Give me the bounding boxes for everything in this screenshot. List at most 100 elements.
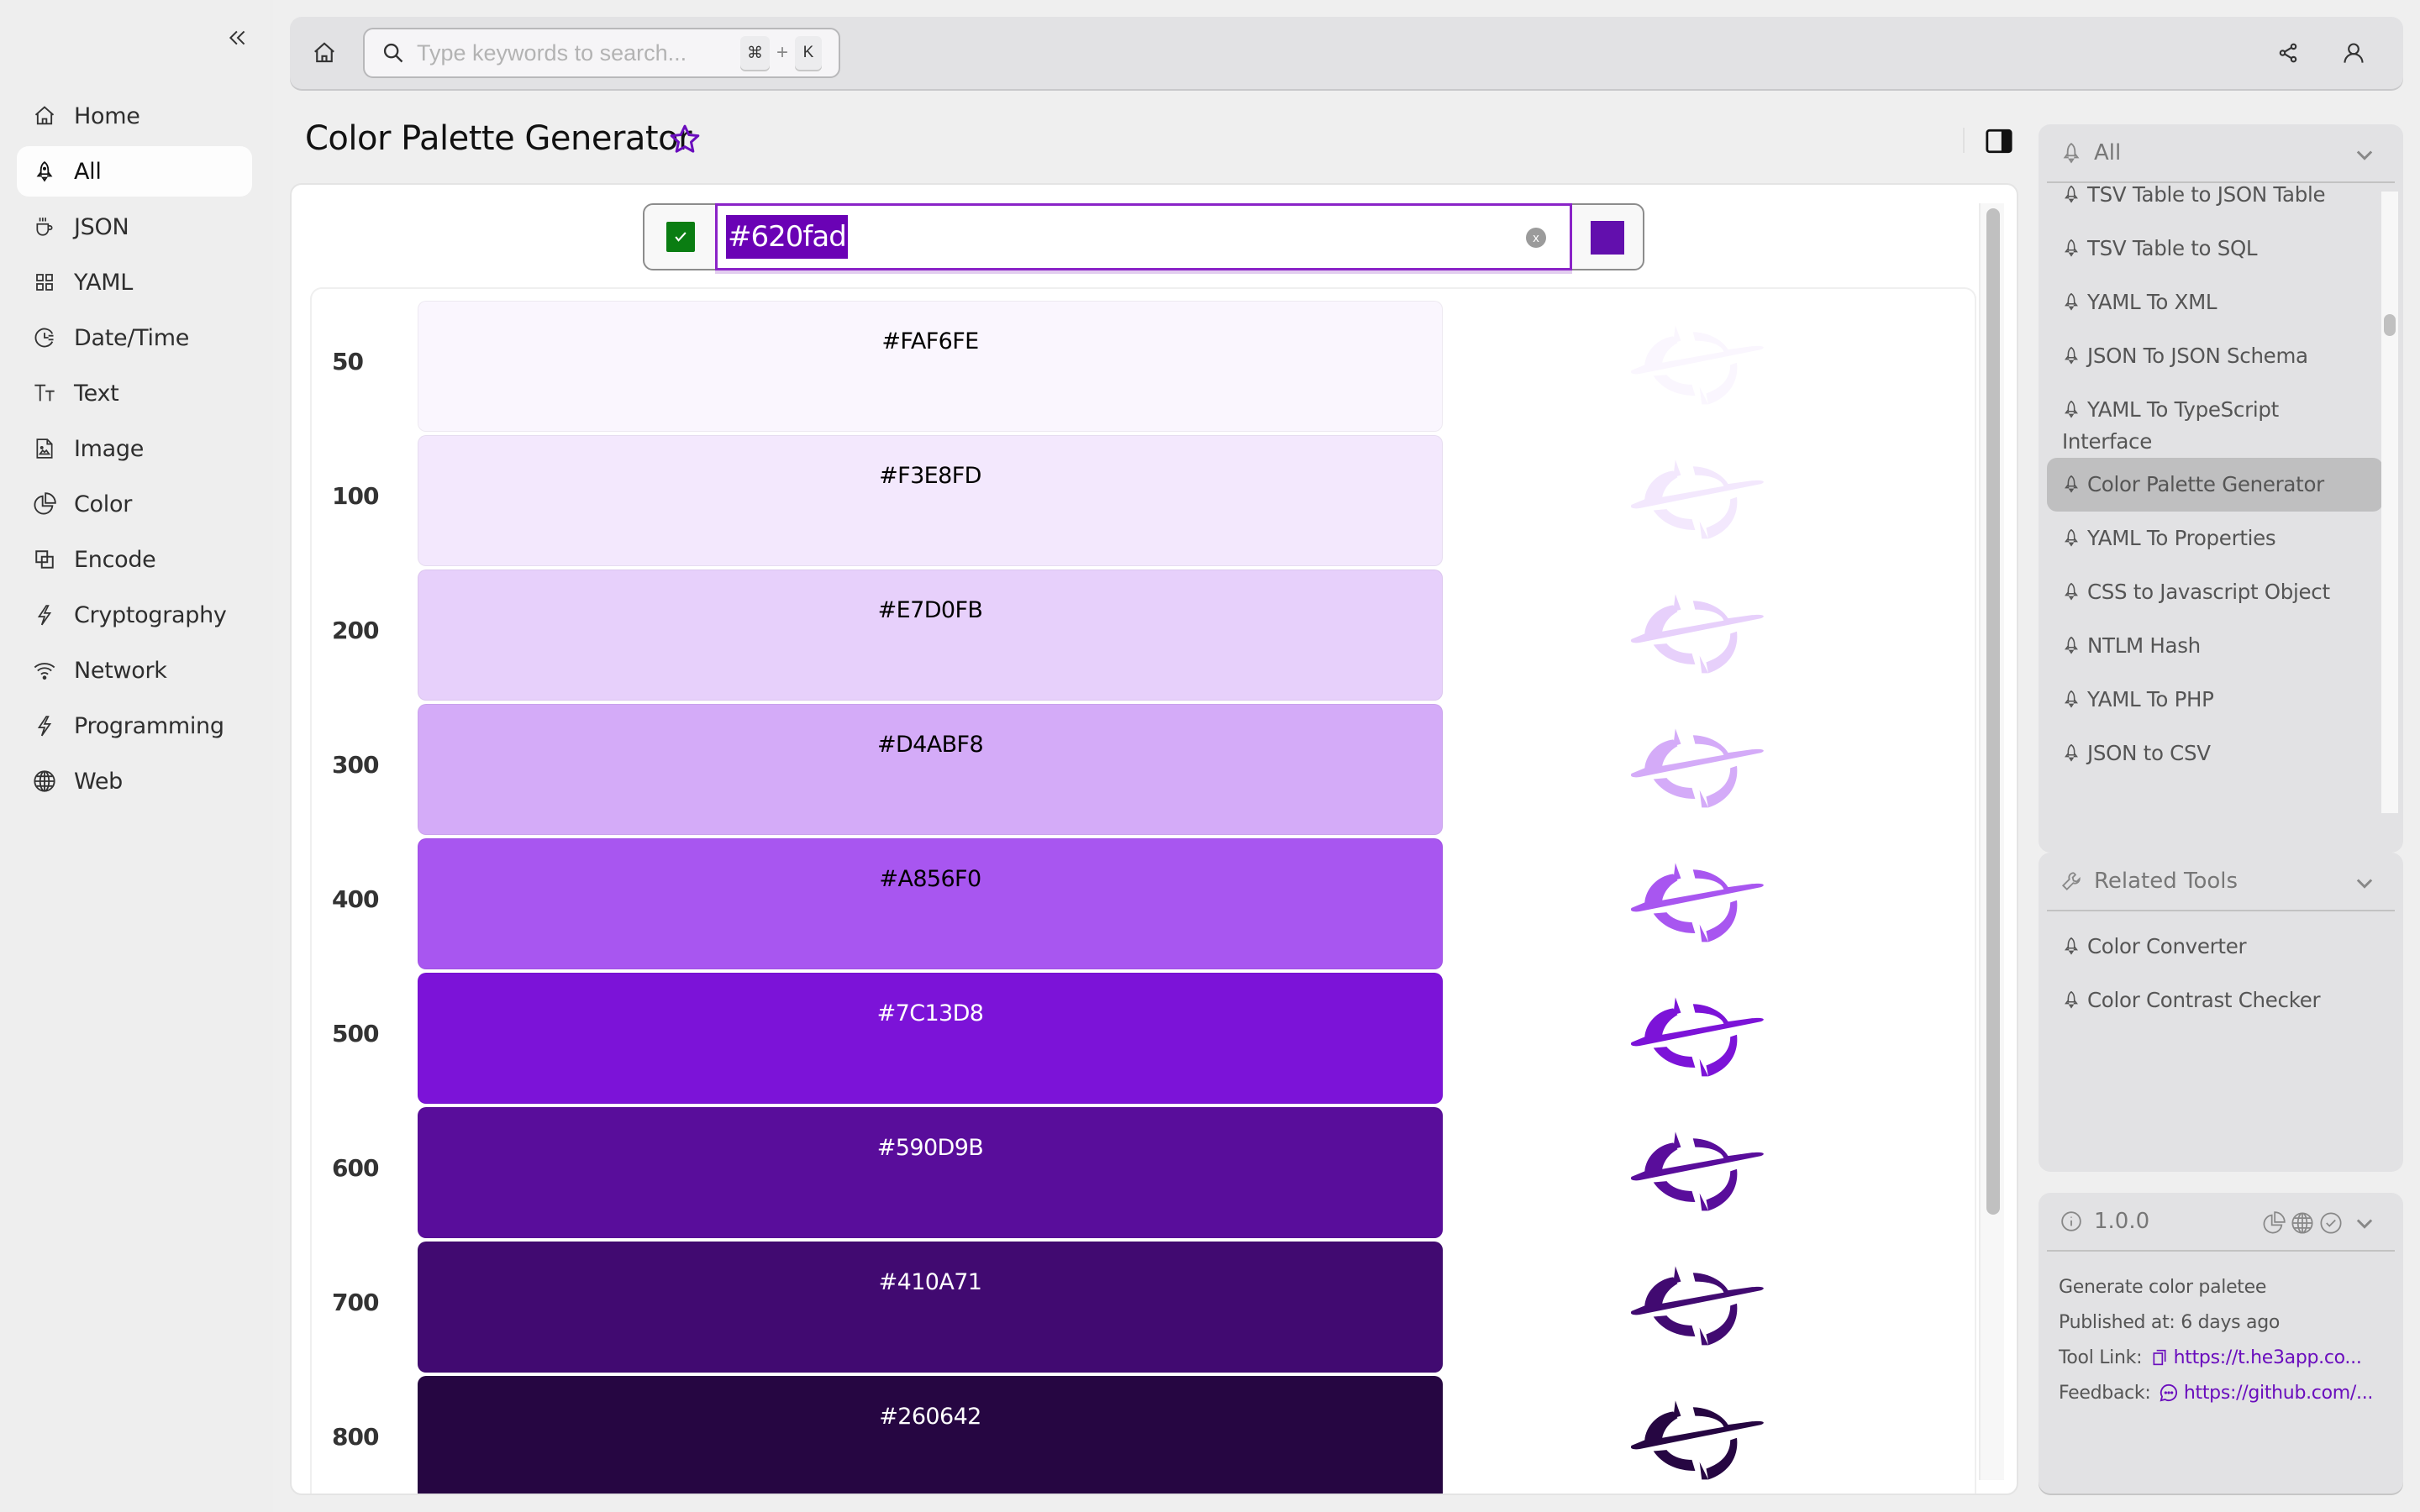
color-swatch[interactable]: #260642: [418, 1376, 1443, 1494]
palette-row: 600 #590D9B: [312, 1107, 1975, 1242]
tool-list-item-label: YAML To Properties: [2087, 526, 2276, 550]
collapse-sidebar-button[interactable]: [224, 24, 252, 52]
color-swatch[interactable]: #F3E8FD: [418, 435, 1443, 566]
color-swatch[interactable]: #FAF6FE: [418, 301, 1443, 432]
tool-list-item[interactable]: YAML To TypeScript Interface: [2047, 383, 2383, 458]
shade-level: 50: [332, 348, 364, 375]
color-swatch[interactable]: #A856F0: [418, 838, 1443, 969]
tool-link[interactable]: https://t.he3app.co...: [2174, 1347, 2362, 1368]
tool-list-item[interactable]: NTLM Hash: [2047, 619, 2383, 673]
color-swatch[interactable]: #E7D0FB: [418, 570, 1443, 701]
tool-info-header[interactable]: 1.0.0: [2047, 1193, 2395, 1252]
shade-level: 600: [332, 1154, 379, 1182]
search-bar[interactable]: ⌘ + K: [363, 28, 840, 78]
star-icon: [670, 124, 700, 153]
color-swatch[interactable]: #590D9B: [418, 1107, 1443, 1238]
sidebar-item-network[interactable]: Network: [17, 645, 252, 696]
color-hex-input[interactable]: #620fad x: [715, 203, 1572, 270]
pie-chart-icon: [32, 491, 57, 517]
chevron-down-icon[interactable]: [2353, 143, 2376, 166]
sidebar-item-home[interactable]: Home: [17, 91, 252, 141]
related-tool-item[interactable]: Color Contrast Checker: [2047, 974, 2383, 1027]
chat-bubble-icon[interactable]: [2160, 1383, 2178, 1402]
swatch-hex: #E7D0FB: [877, 597, 983, 623]
toggle-right-panel-button[interactable]: [1985, 127, 2013, 155]
home-button[interactable]: [308, 37, 340, 69]
sidebar-item-label: Cryptography: [74, 601, 227, 628]
sidebar-item-text[interactable]: Text: [17, 368, 252, 418]
copy-icon[interactable]: [2151, 1348, 2168, 1367]
color-picker-swatch[interactable]: [1591, 221, 1624, 255]
shade-level: 200: [332, 617, 379, 644]
tool-list-item-label: JSON To JSON Schema: [2087, 344, 2308, 368]
rocket-icon: [2065, 743, 2078, 762]
related-tool-item-label: Color Contrast Checker: [2087, 988, 2321, 1012]
color-swatch[interactable]: #D4ABF8: [418, 704, 1443, 835]
main-scrollbar[interactable]: [1979, 203, 2004, 1480]
chevron-down-icon[interactable]: [2353, 871, 2376, 895]
tool-list-scrollbar-thumb[interactable]: [2384, 314, 2396, 336]
tool-list-item[interactable]: YAML To XML: [2047, 276, 2383, 329]
swatch-hex: #A856F0: [879, 866, 981, 892]
tool-list-scrollbar[interactable]: [2381, 192, 2398, 813]
sidebar-item-cryptography[interactable]: Cryptography: [17, 590, 252, 640]
sidebar-item-programming[interactable]: Programming: [17, 701, 252, 751]
search-input[interactable]: [417, 39, 740, 66]
rocket-icon: [2065, 239, 2078, 257]
tool-list-item[interactable]: Color Palette Generator: [2047, 458, 2383, 512]
color-input-bar: #620fad x: [643, 203, 1644, 270]
swatch-hex: #590D9B: [876, 1135, 984, 1161]
main-scrollbar-thumb[interactable]: [1986, 208, 2000, 1215]
rocket-icon: [2063, 143, 2080, 164]
user-button[interactable]: [2338, 37, 2370, 69]
tool-link-label: Tool Link:: [2059, 1347, 2143, 1368]
related-tool-item[interactable]: Color Converter: [2047, 920, 2383, 974]
page-title: Color Palette Generator: [305, 119, 692, 158]
shade-level: 400: [332, 885, 379, 913]
swatch-hex: #F3E8FD: [879, 463, 981, 489]
search-shortcut: ⌘ + K: [739, 36, 822, 70]
tool-list-item[interactable]: TSV Table to JSON Table: [2047, 168, 2383, 222]
color-swatch[interactable]: #7C13D8: [418, 973, 1443, 1104]
clear-input-button[interactable]: x: [1526, 228, 1546, 248]
share-icon: [2279, 43, 2297, 63]
wrench-icon: [2061, 872, 2081, 891]
rocket-icon: [2065, 185, 2078, 203]
share-button[interactable]: [2272, 37, 2304, 69]
tool-list-item[interactable]: JSON to CSV: [2047, 727, 2383, 780]
shade-level: 800: [332, 1423, 379, 1451]
sidebar-item-all[interactable]: All: [17, 146, 252, 197]
sidebar-item-json[interactable]: JSON: [17, 202, 252, 252]
chevron-down-icon[interactable]: [2353, 1211, 2376, 1235]
sidebar-item-datetime[interactable]: Date/Time: [17, 312, 252, 363]
sidebar-item-yaml[interactable]: YAML: [17, 257, 252, 307]
palette-row: 200 #E7D0FB: [312, 570, 1975, 704]
shade-level: 500: [332, 1020, 379, 1047]
color-hex-value[interactable]: #620fad: [726, 215, 848, 259]
favorite-button[interactable]: [668, 123, 702, 156]
grid-icon: [32, 270, 57, 295]
sidebar-item-label: Encode: [74, 546, 156, 573]
app-logo-preview-icon: [1630, 1131, 1764, 1211]
check-circle-icon: [2319, 1211, 2343, 1235]
sidebar-item-color[interactable]: Color: [17, 479, 252, 529]
tool-list-item[interactable]: JSON To JSON Schema: [2047, 329, 2383, 383]
app-logo-preview-icon: [1630, 1266, 1764, 1346]
tool-list-item[interactable]: CSS to Javascript Object: [2047, 565, 2383, 619]
check-icon: [675, 232, 687, 242]
tool-info-card: 1.0.0 Generate color paletee Published a…: [2039, 1193, 2403, 1494]
shade-level: 300: [332, 751, 379, 779]
main-content: #620fad x 50 #FAF6FE 100 #F3E8FD 200 #E7D0FB 3…: [290, 183, 2018, 1495]
sidebar-item-image[interactable]: Image: [17, 423, 252, 474]
valid-checkbox[interactable]: [666, 222, 695, 252]
color-swatch[interactable]: #410A71: [418, 1242, 1443, 1373]
feedback-link[interactable]: https://github.com/...: [2184, 1383, 2373, 1404]
sidebar-item-encode[interactable]: Encode: [17, 534, 252, 585]
sidebar-item-web[interactable]: Web: [17, 756, 252, 806]
tool-list-item[interactable]: TSV Table to SQL: [2047, 222, 2383, 276]
tool-list-item[interactable]: YAML To Properties: [2047, 512, 2383, 565]
related-tools-header[interactable]: Related Tools: [2047, 853, 2395, 911]
sidebar-item-label: YAML: [74, 269, 134, 296]
sidebar-item-label: Text: [74, 380, 119, 407]
tool-list-item[interactable]: YAML To PHP: [2047, 673, 2383, 727]
